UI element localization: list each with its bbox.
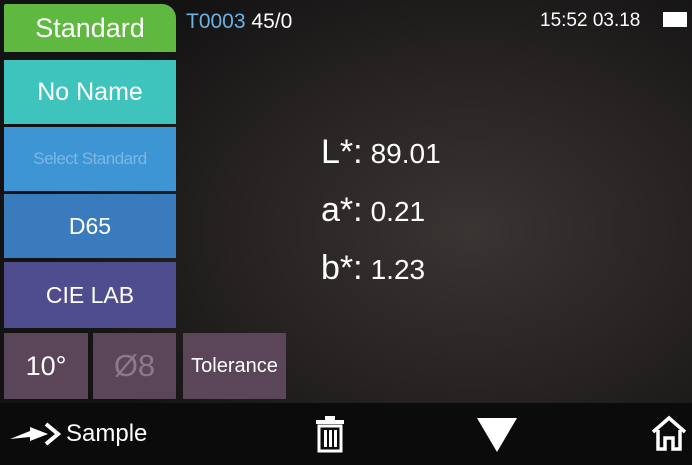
- reading-label: a*:: [321, 191, 363, 229]
- reading-a: a*: 0.21: [321, 191, 425, 230]
- record-status: T0003 45/0: [186, 10, 292, 34]
- reading-label: b*:: [321, 249, 363, 287]
- trash-icon: [316, 416, 344, 453]
- sample-label: Sample: [66, 420, 148, 447]
- reading-label: L*:: [321, 133, 363, 171]
- reading-value: 89.01: [370, 138, 441, 169]
- record-count: 45/0: [251, 10, 293, 33]
- battery-icon: [663, 12, 687, 27]
- observer-angle-button[interactable]: 10°: [4, 333, 88, 399]
- date-text: 03.18: [592, 10, 641, 31]
- reading-value: 1.23: [370, 254, 426, 285]
- bottom-toolbar: Sample: [0, 403, 692, 465]
- reading-b: b*: 1.23: [321, 249, 425, 288]
- clock: 15:52 03.18: [540, 10, 640, 32]
- aperture-button[interactable]: Ø8: [93, 333, 176, 399]
- select-standard-button[interactable]: Select Standard: [4, 127, 176, 191]
- home-icon: [651, 415, 687, 451]
- tolerance-button[interactable]: Tolerance: [183, 333, 286, 399]
- next-down-button[interactable]: [476, 417, 518, 458]
- arrow-right-icon: [10, 422, 62, 446]
- test-id: T0003: [186, 10, 246, 33]
- illuminant-button[interactable]: D65: [4, 194, 176, 258]
- time-text: 15:52: [540, 10, 588, 31]
- color-space-button[interactable]: CIE LAB: [4, 262, 176, 328]
- standard-tab[interactable]: Standard: [4, 4, 176, 52]
- sample-button[interactable]: Sample: [8, 419, 147, 449]
- triangle-down-icon: [477, 418, 517, 452]
- measurement-screen: Standard No Name Select Standard D65 CIE…: [0, 0, 692, 403]
- reading-l: L*: 89.01: [321, 133, 441, 172]
- name-button[interactable]: No Name: [4, 60, 176, 124]
- home-button[interactable]: [650, 415, 688, 456]
- reading-value: 0.21: [370, 196, 426, 227]
- delete-button[interactable]: [314, 415, 346, 458]
- battery-level: [665, 14, 685, 25]
